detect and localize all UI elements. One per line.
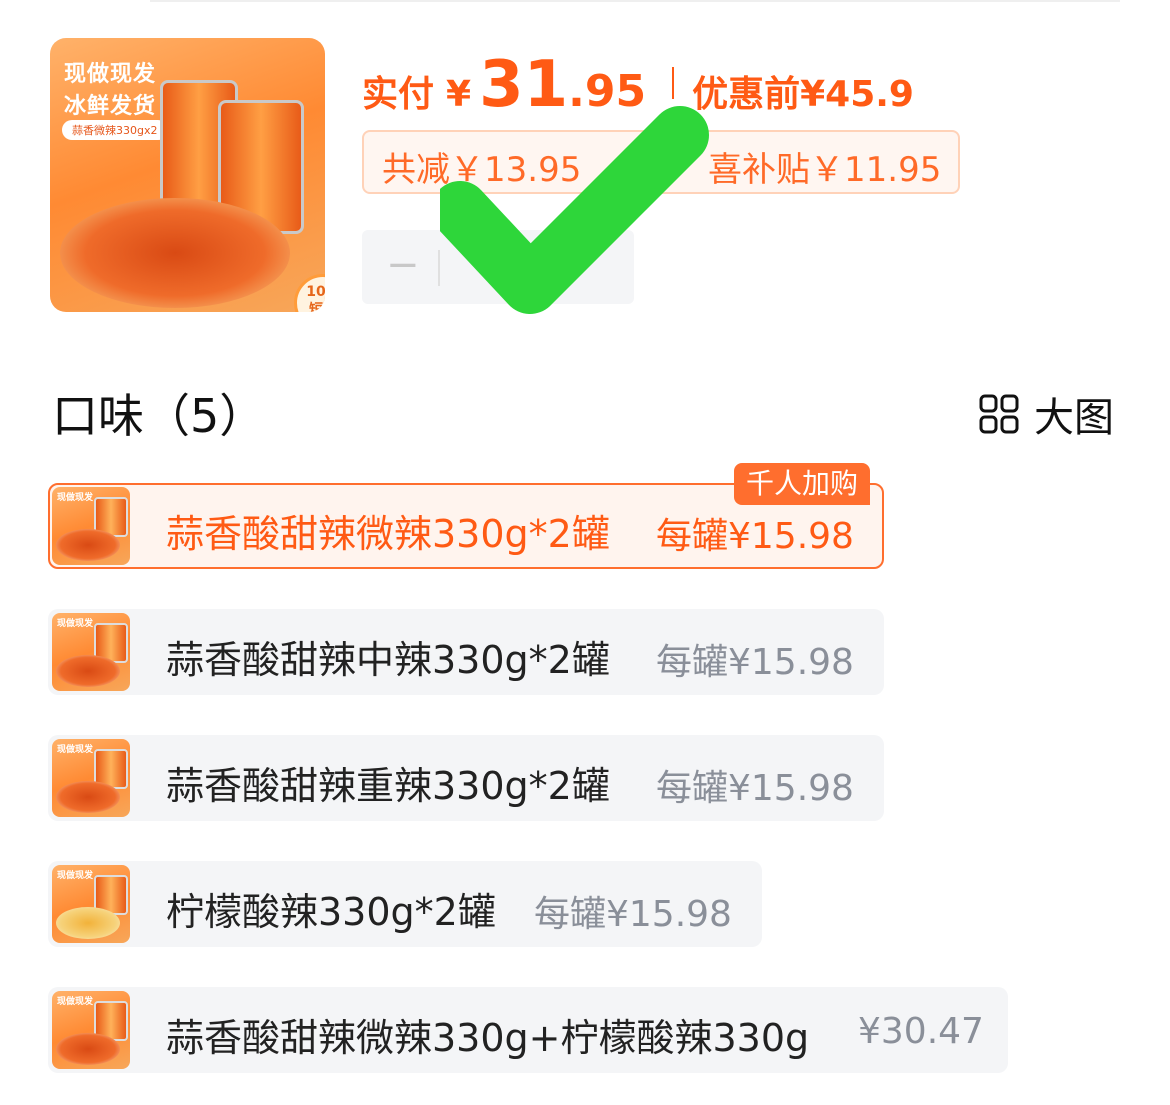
price-label: 实付 bbox=[362, 74, 435, 115]
option-thumbnail: 现做现发 bbox=[52, 739, 130, 817]
original-price: 优惠前¥45.9 bbox=[692, 74, 914, 115]
food-plate-image bbox=[56, 529, 120, 561]
food-plate-image bbox=[56, 781, 120, 813]
thumbnail-promo-text: 现做现发 bbox=[57, 871, 94, 881]
option-thumbnail: 现做现发 bbox=[52, 487, 130, 565]
option-name: 蒜香酸甜辣重辣330g*2罐 bbox=[166, 764, 610, 808]
option-thumbnail: 现做现发 bbox=[52, 613, 130, 691]
image-flavor-tag: 蒜香微辣330gx2 bbox=[62, 120, 168, 140]
flavor-option[interactable]: 现做现发 柠檬酸辣330g*2罐 每罐¥15.98 bbox=[48, 861, 762, 947]
thumbnail-promo-text: 现做现发 bbox=[57, 997, 94, 1007]
subsidy-amount: 喜补贴￥11.95 bbox=[708, 150, 942, 190]
image-promo-text: 现做现发 bbox=[64, 62, 157, 87]
food-plate-image bbox=[56, 655, 120, 687]
option-price: 每罐¥15.98 bbox=[656, 768, 854, 809]
food-plate-image bbox=[56, 907, 120, 939]
option-name: 蒜香酸甜辣中辣330g*2罐 bbox=[166, 638, 610, 682]
product-image[interactable]: 现做现发 冰鲜发货 蒜香微辣330gx2 10天 短保 bbox=[50, 38, 325, 312]
large-image-toggle[interactable]: 大图 bbox=[978, 385, 1114, 443]
option-name: 蒜香酸甜辣微辣330g*2罐 bbox=[166, 512, 610, 556]
check-mark-icon bbox=[440, 106, 709, 314]
popular-tag: 千人加购 bbox=[734, 463, 871, 505]
food-plate-image bbox=[56, 1033, 120, 1065]
grid-icon bbox=[979, 394, 1019, 434]
large-image-label: 大图 bbox=[1034, 395, 1114, 441]
flavor-option[interactable]: 现做现发 蒜香酸甜辣微辣330g+柠檬酸辣330g ¥30.47 bbox=[48, 987, 1008, 1073]
shelf-life-badge: 10天 短保 bbox=[294, 274, 325, 312]
option-price: 每罐¥15.98 bbox=[534, 894, 732, 935]
option-thumbnail: 现做现发 bbox=[52, 865, 130, 943]
food-plate-image bbox=[60, 198, 290, 308]
flavor-option[interactable]: 现做现发 蒜香酸甜辣中辣330g*2罐 每罐¥15.98 bbox=[48, 609, 884, 695]
option-name: 蒜香酸甜辣微辣330g+柠檬酸辣330g bbox=[166, 1016, 810, 1060]
option-price: 每罐¥15.98 bbox=[656, 642, 854, 683]
flavor-option[interactable]: 现做现发 蒜香酸甜辣重辣330g*2罐 每罐¥15.98 bbox=[48, 735, 884, 821]
thumbnail-promo-text: 现做现发 bbox=[57, 619, 94, 629]
option-price: 每罐¥15.98 bbox=[656, 516, 854, 557]
price-separator bbox=[672, 67, 675, 99]
image-promo-text: 冰鲜发货 bbox=[64, 94, 157, 119]
option-price: ¥30.47 bbox=[858, 1011, 984, 1052]
thumbnail-promo-text: 现做现发 bbox=[57, 493, 94, 503]
option-thumbnail: 现做现发 bbox=[52, 991, 130, 1069]
thumbnail-promo-text: 现做现发 bbox=[57, 745, 94, 755]
top-divider bbox=[150, 0, 1120, 2]
option-name: 柠檬酸辣330g*2罐 bbox=[166, 890, 496, 934]
flavor-section-title: 口味（5） bbox=[52, 389, 266, 443]
